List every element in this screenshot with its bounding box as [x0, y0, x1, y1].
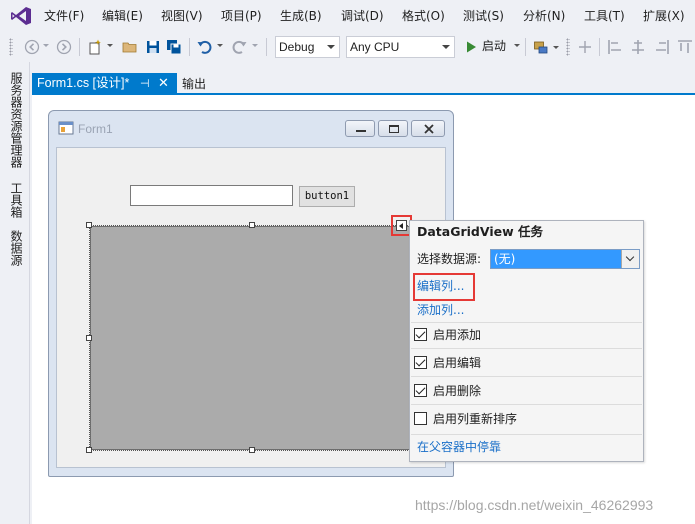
panel-divider: [411, 322, 642, 323]
panel-divider: [411, 404, 642, 405]
close-icon: [424, 124, 434, 134]
datasource-label: 选择数据源:: [417, 252, 482, 266]
redo-icon[interactable]: [231, 39, 247, 55]
chevron-down-icon: [442, 45, 450, 49]
datasource-dropdown-button[interactable]: [621, 250, 639, 268]
side-tool-strip: 服务器资源管理器 工具箱 数据源: [0, 62, 30, 524]
chevron-down-icon: [625, 252, 635, 262]
edit-columns-link[interactable]: 编辑列...: [417, 279, 464, 293]
redo-dropdown-icon[interactable]: [252, 44, 258, 47]
button1[interactable]: button1: [299, 186, 355, 207]
maximize-icon: [389, 125, 399, 133]
browse-dropdown-icon[interactable]: [553, 46, 559, 49]
enable-column-reorder-label: 启用列重新排序: [433, 412, 518, 426]
browse-target-icon[interactable]: [533, 39, 549, 55]
menu-test[interactable]: 测试(S): [463, 9, 504, 23]
align-grid-icon[interactable]: [577, 39, 593, 55]
tab-form1-design[interactable]: Form1.cs [设计]*: [32, 73, 177, 94]
toolbar: Debug Any CPU: [0, 32, 695, 62]
chevron-down-icon: [327, 45, 335, 49]
panel-divider: [411, 434, 642, 435]
resize-handle-top-left[interactable]: [86, 222, 92, 228]
align-rights-icon[interactable]: [654, 39, 670, 55]
menu-tools[interactable]: 工具(T): [584, 9, 625, 23]
align-tops-icon[interactable]: [677, 39, 693, 55]
enable-deleting-checkbox[interactable]: [414, 384, 427, 397]
menu-bar: 文件(F) 编辑(E) 视图(V) 项目(P) 生成(B) 调试(D) 格式(O…: [0, 0, 695, 32]
back-icon[interactable]: [24, 39, 40, 55]
forward-icon[interactable]: [56, 39, 72, 55]
close-window-button[interactable]: [411, 120, 445, 137]
start-dropdown-icon[interactable]: [514, 44, 520, 47]
tab-output[interactable]: 输出: [182, 77, 206, 91]
new-project-icon[interactable]: [87, 39, 103, 55]
enable-editing-label: 启用编辑: [433, 356, 482, 370]
side-tab-toolbox[interactable]: 工具箱: [7, 182, 23, 218]
chevron-left-icon: [399, 223, 403, 229]
align-centers-icon[interactable]: [630, 39, 646, 55]
watermark: https://blog.csdn.net/weixin_46262993: [415, 497, 654, 513]
resize-handle-bottom-left[interactable]: [86, 447, 92, 453]
toolbar-grip[interactable]: [9, 38, 13, 56]
menu-debug[interactable]: 调试(D): [341, 9, 384, 23]
enable-deleting-label: 启用删除: [433, 384, 482, 398]
side-tab-server-explorer[interactable]: 服务器资源管理器: [7, 72, 23, 168]
panel-title: DataGridView 任务: [417, 224, 543, 239]
solution-platform-select[interactable]: Any CPU: [346, 36, 455, 58]
maximize-button[interactable]: [378, 120, 408, 137]
tab-form1-label: Form1.cs [设计]*: [37, 76, 130, 90]
visual-studio-logo-icon[interactable]: [10, 6, 32, 26]
close-icon[interactable]: ✕: [158, 73, 172, 94]
side-tab-data-sources[interactable]: 数据源: [7, 230, 23, 266]
start-play-icon[interactable]: [463, 39, 479, 55]
new-dropdown-icon[interactable]: [107, 44, 113, 47]
save-all-icon[interactable]: [166, 39, 182, 55]
datagridview1[interactable]: [90, 226, 413, 450]
add-column-link[interactable]: 添加列...: [417, 303, 464, 317]
menu-file[interactable]: 文件(F): [44, 9, 84, 23]
enable-adding-label: 启用添加: [433, 328, 482, 342]
menu-extensions[interactable]: 扩展(X): [643, 9, 685, 23]
toolbar-grip[interactable]: [566, 38, 570, 56]
back-dropdown-icon[interactable]: [43, 44, 49, 47]
align-lefts-icon[interactable]: [607, 39, 623, 55]
resize-handle-bottom[interactable]: [249, 447, 255, 453]
solution-config-value: Debug: [279, 40, 315, 54]
solution-platform-value: Any CPU: [350, 40, 400, 54]
toolbar-separator: [525, 38, 526, 56]
solution-config-select[interactable]: Debug: [275, 36, 340, 58]
minimize-button[interactable]: [345, 120, 375, 137]
menu-project[interactable]: 项目(P): [221, 9, 262, 23]
menu-view[interactable]: 视图(V): [161, 9, 203, 23]
enable-adding-checkbox[interactable]: [414, 328, 427, 341]
form-window-icon: [58, 121, 74, 135]
smart-tag-button[interactable]: [396, 220, 407, 231]
dock-in-parent-link[interactable]: 在父容器中停靠: [417, 440, 501, 454]
undo-icon[interactable]: [197, 39, 213, 55]
toolbar-separator: [189, 38, 190, 56]
open-folder-icon[interactable]: [122, 39, 138, 55]
toolbar-separator: [266, 38, 267, 56]
panel-divider: [411, 348, 642, 349]
save-icon[interactable]: [145, 39, 161, 55]
panel-divider: [411, 376, 642, 377]
menu-build[interactable]: 生成(B): [280, 9, 322, 23]
menu-analyze[interactable]: 分析(N): [523, 9, 565, 23]
resize-handle-top[interactable]: [249, 222, 255, 228]
textbox1[interactable]: [130, 185, 293, 206]
enable-editing-checkbox[interactable]: [414, 356, 427, 369]
pin-icon[interactable]: ⊣: [140, 73, 154, 94]
undo-dropdown-icon[interactable]: [217, 44, 223, 47]
datasource-value: (无): [494, 252, 516, 266]
resize-handle-left[interactable]: [86, 335, 92, 341]
toolbar-separator: [599, 38, 600, 56]
menu-format[interactable]: 格式(O): [402, 9, 445, 23]
minimize-icon: [356, 130, 366, 132]
form-title: Form1: [78, 122, 113, 136]
toolbar-separator: [79, 38, 80, 56]
enable-column-reorder-checkbox[interactable]: [414, 412, 427, 425]
menu-edit[interactable]: 编辑(E): [102, 9, 143, 23]
start-button-label[interactable]: 启动: [482, 39, 506, 53]
